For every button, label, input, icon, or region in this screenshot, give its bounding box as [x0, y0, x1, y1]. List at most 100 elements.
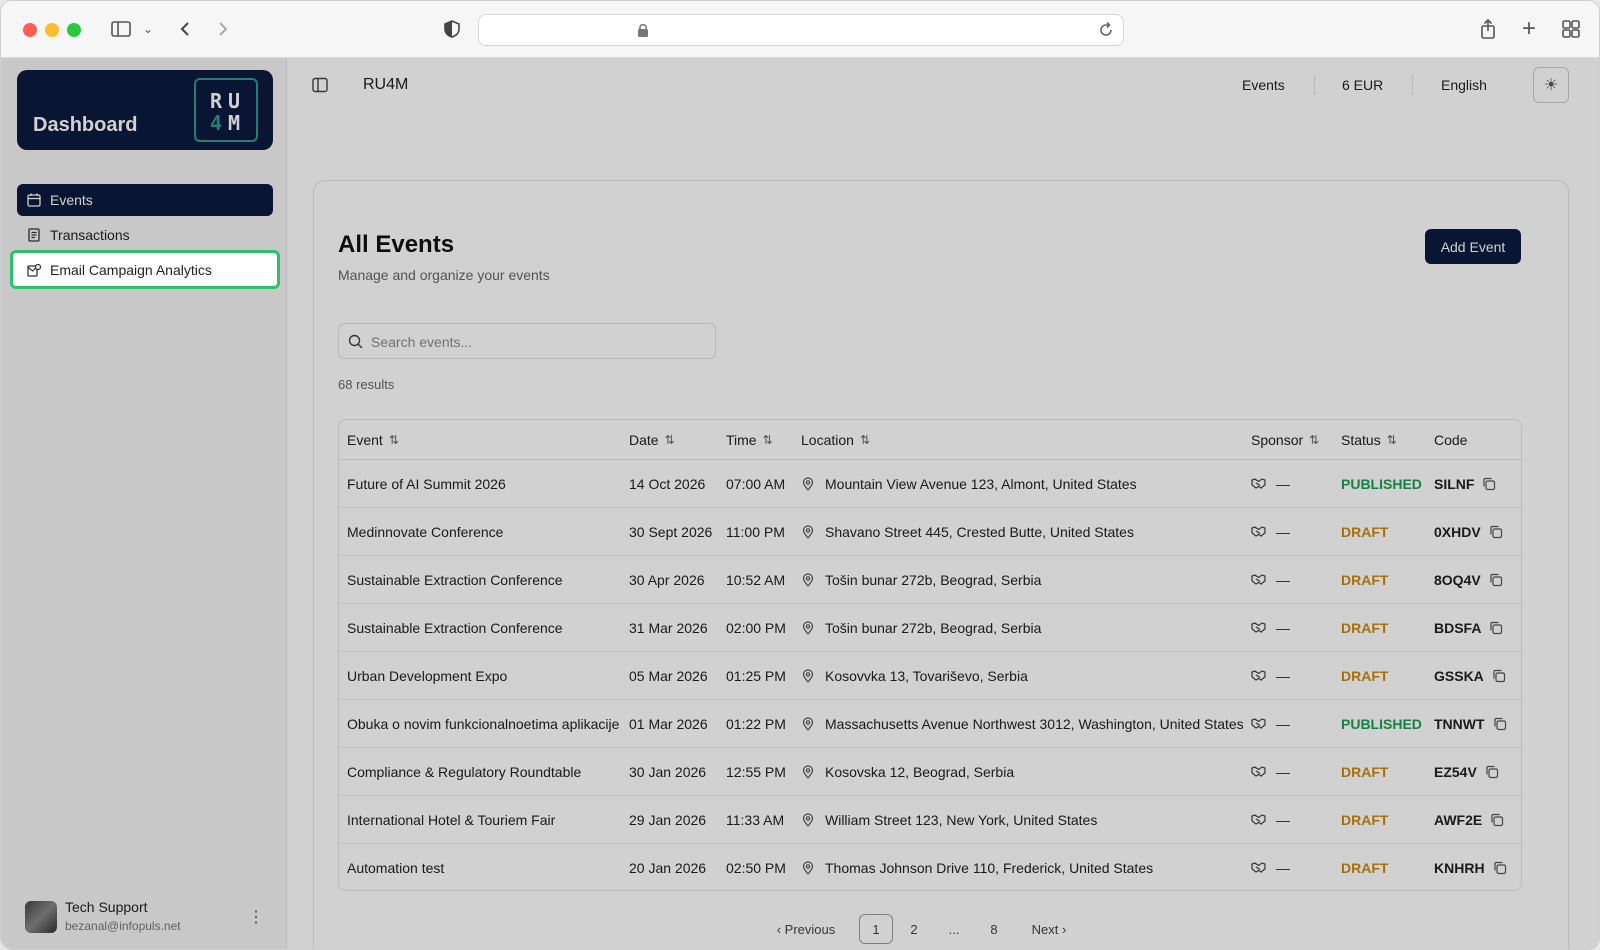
event-name[interactable]: Obuka o novim funkcionalnoetima aplikaci… [347, 700, 619, 747]
event-sponsor: — [1251, 700, 1290, 747]
user-profile[interactable]: Tech Support bezanal@infopuls.net ⋮ [25, 899, 265, 935]
more-options-icon[interactable]: ⋮ [248, 907, 264, 927]
event-time: 11:00 PM [726, 523, 785, 540]
event-name[interactable]: International Hotel & Touriem Fair [347, 796, 555, 843]
currency-selector[interactable]: 6 EUR [1342, 77, 1383, 93]
minimize-window-button[interactable] [45, 23, 59, 37]
events-card: All Events Manage and organize your even… [313, 180, 1569, 949]
copy-icon[interactable] [1493, 717, 1507, 731]
event-sponsor: — [1251, 556, 1290, 603]
sponsor-value: — [1276, 715, 1290, 732]
maximize-window-button[interactable] [67, 23, 81, 37]
column-header-sponsor[interactable]: Sponsor ⇅ [1251, 420, 1319, 459]
event-time: 02:50 PM [726, 859, 786, 876]
sidebar-collapse-icon[interactable] [312, 77, 328, 93]
table-row[interactable]: International Hotel & Touriem Fair 29 Jan… [339, 796, 1521, 844]
event-name[interactable]: Future of AI Summit 2026 [347, 460, 506, 507]
table-row[interactable]: Sustainable Extraction Conference 31 Mar … [339, 604, 1521, 652]
page-button-current[interactable]: 1 [859, 914, 893, 944]
copy-icon[interactable] [1493, 861, 1507, 875]
table-row[interactable]: Automation test 20 Jan 2026 02:50 PM Thomas… [339, 844, 1521, 890]
close-window-button[interactable] [23, 23, 37, 37]
sponsor-value: — [1276, 523, 1290, 540]
receipt-icon [28, 228, 40, 242]
code-text: GSSKA [1434, 667, 1484, 684]
copy-icon[interactable] [1492, 669, 1506, 683]
table-row[interactable]: Urban Development Expo 05 Mar 2026 01:25 P… [339, 652, 1521, 700]
event-date: 29 Jan 2026 [629, 811, 707, 828]
copy-icon[interactable] [1490, 813, 1504, 827]
location-text: Shavano Street 445, Crested Butte, Unite… [825, 523, 1134, 540]
event-name[interactable]: Medinnovate Conference [347, 508, 503, 555]
language-selector[interactable]: English [1441, 77, 1487, 93]
event-name[interactable]: Sustainable Extraction Conference [347, 556, 563, 603]
handshake-icon [1251, 574, 1266, 585]
tab-overview-icon[interactable] [1561, 17, 1581, 41]
status-badge: DRAFT [1341, 619, 1389, 636]
event-sponsor: — [1251, 508, 1290, 555]
table-row[interactable]: Sustainable Extraction Conference 30 Apr … [339, 556, 1521, 604]
event-name[interactable]: Urban Development Expo [347, 652, 507, 699]
sidebar-toggle-icon[interactable] [109, 17, 133, 41]
back-icon[interactable] [176, 17, 194, 41]
sidebar-item-label: Email Campaign Analytics [50, 261, 212, 278]
map-pin-icon [802, 860, 814, 875]
add-event-button[interactable]: Add Event [1425, 229, 1521, 264]
handshake-icon [1251, 526, 1266, 537]
table-row[interactable]: Obuka o novim funkcionalnoetima aplikaci… [339, 700, 1521, 748]
event-name[interactable]: Automation test [347, 844, 444, 890]
sort-icon: ⇅ [388, 432, 399, 447]
sidebar-item-email-campaign-analytics[interactable]: Email Campaign Analytics [10, 250, 280, 289]
page-button[interactable]: 2 [899, 914, 929, 944]
address-bar[interactable] [478, 14, 1124, 46]
copy-icon[interactable] [1485, 765, 1499, 779]
event-location: Shavano Street 445, Crested Butte, Unite… [801, 508, 1134, 555]
copy-icon[interactable] [1482, 477, 1496, 491]
page-button[interactable]: 8 [979, 914, 1009, 944]
table-row[interactable]: Compliance & Regulatory Roundtable 30 Jan… [339, 748, 1521, 796]
event-name[interactable]: Compliance & Regulatory Roundtable [347, 748, 581, 795]
table-row[interactable]: Future of AI Summit 2026 14 Oct 2026 07:00… [339, 460, 1521, 508]
sidebar: Dashboard RU 4M Events Transactions Tech… [1, 58, 287, 949]
event-time: 12:55 PM [726, 763, 786, 780]
map-pin-icon [802, 524, 814, 539]
copy-icon[interactable] [1489, 621, 1503, 635]
reload-icon[interactable] [1097, 21, 1115, 39]
column-header-time[interactable]: Time ⇅ [726, 420, 773, 459]
sidebar-item-events[interactable]: Events [17, 184, 273, 216]
brand-title: Dashboard [33, 114, 138, 136]
avatar [25, 901, 57, 933]
event-name[interactable]: Sustainable Extraction Conference [347, 604, 563, 651]
map-pin-icon [802, 716, 814, 731]
event-location: Mountain View Avenue 123, Almont, United… [801, 460, 1137, 507]
copy-icon[interactable] [1489, 525, 1503, 539]
copy-icon[interactable] [1489, 573, 1503, 587]
chevron-down-icon[interactable]: ⌄ [141, 17, 155, 41]
column-header-date[interactable]: Date ⇅ [629, 420, 675, 459]
new-tab-icon[interactable]: + [1519, 15, 1539, 42]
map-pin-icon [802, 812, 814, 827]
event-code: KNHRH [1434, 844, 1507, 890]
share-icon[interactable] [1478, 17, 1498, 41]
user-name: Tech Support [65, 899, 148, 915]
calendar-icon [27, 193, 41, 207]
column-header-status[interactable]: Status ⇅ [1341, 420, 1397, 459]
status-badge: PUBLISHED [1341, 715, 1422, 732]
privacy-shield-icon[interactable] [442, 17, 462, 41]
search-input[interactable] [371, 330, 701, 354]
handshake-icon [1251, 622, 1266, 633]
event-location: Kosovvka 13, Tovariševo, Serbia [801, 652, 1028, 699]
next-page-button[interactable]: Next › [1019, 914, 1079, 944]
event-date: 30 Jan 2026 [629, 763, 707, 780]
topbar-events-link[interactable]: Events [1242, 77, 1285, 93]
sidebar-item-transactions[interactable]: Transactions [17, 219, 273, 251]
previous-page-button[interactable]: ‹ Previous [769, 914, 843, 944]
forward-icon[interactable] [214, 17, 232, 41]
sponsor-value: — [1276, 571, 1290, 588]
table-row[interactable]: Medinnovate Conference 30 Sept 2026 11:00 … [339, 508, 1521, 556]
search-box[interactable] [338, 323, 716, 359]
brand-header[interactable]: Dashboard RU 4M [17, 70, 273, 150]
column-header-location[interactable]: Location ⇅ [801, 420, 870, 459]
theme-toggle-button[interactable]: ☀ [1533, 67, 1569, 103]
column-header-event[interactable]: Event ⇅ [347, 420, 399, 459]
